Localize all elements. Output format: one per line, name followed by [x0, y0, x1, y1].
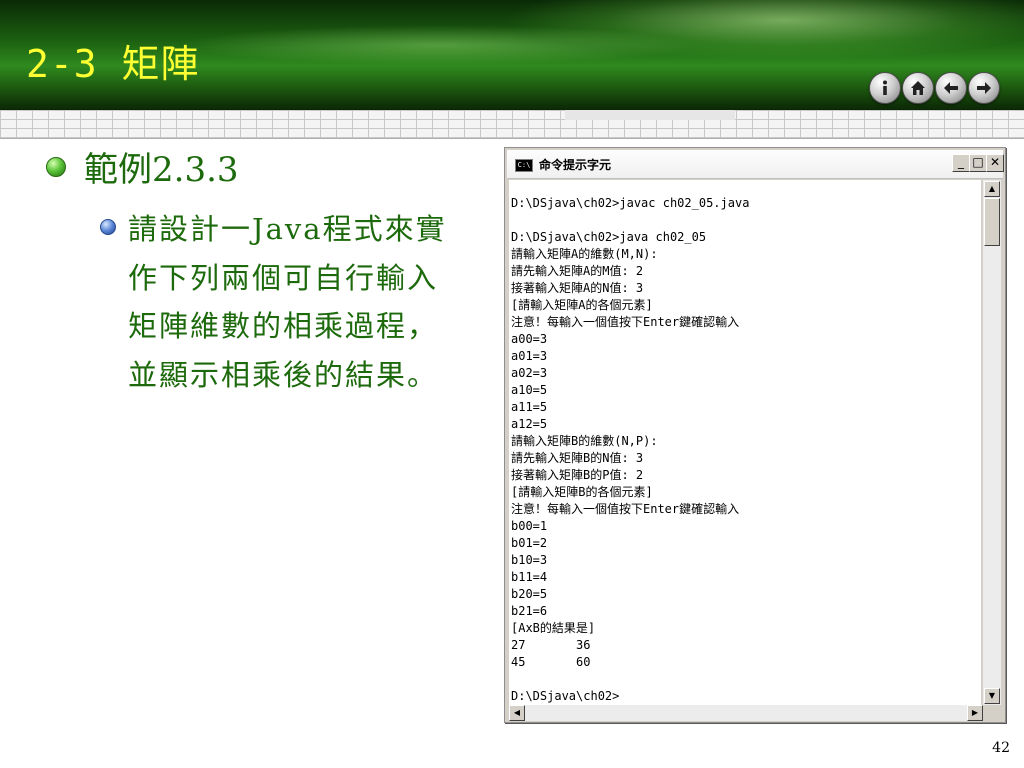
console-line: [AxB的結果是]: [511, 621, 596, 635]
slide-title: 2-3 矩陣: [26, 42, 200, 86]
scroll-right-button[interactable]: ▶: [967, 705, 983, 721]
scroll-left-button[interactable]: ◀: [509, 705, 525, 721]
bullet-sub-text: 請設計一Java程式來實作下列兩個可自行輸入矩陣維數的相乘過程，並顯示相乘後的結…: [128, 212, 447, 392]
green-bullet-icon: [46, 156, 66, 177]
strip-block: [565, 110, 735, 120]
resize-grip[interactable]: [983, 705, 1001, 721]
console-line: D:\DSjava\ch02>: [511, 689, 620, 703]
console-line: a11=5: [511, 400, 548, 414]
console-line: b20=5: [511, 587, 548, 601]
bullet-main-text: 範例2.3.3: [84, 150, 239, 190]
console-line: b11=4: [511, 570, 548, 584]
slide-header: 2-3 矩陣: [0, 0, 1024, 110]
console-line: 接著輸入矩陣B的P值: 2: [511, 468, 644, 482]
console-line: a01=3: [511, 349, 548, 363]
ruled-strip: [0, 110, 1024, 139]
console-line: [請輸入矩陣A的各個元素]: [511, 298, 653, 312]
horizontal-scrollbar[interactable]: ◀ ▶: [509, 705, 983, 721]
console-line: 注意！每輸入一個值按下Enter鍵確認輸入: [511, 502, 740, 516]
minimize-button[interactable]: _: [952, 154, 970, 172]
console-line: 請先輸入矩陣A的M值: 2: [511, 264, 644, 278]
console-line: a02=3: [511, 366, 548, 380]
vertical-scrollbar[interactable]: ▲ ▼: [983, 180, 1001, 705]
console-line: D:\DSjava\ch02>javac ch02_05.java: [511, 196, 750, 210]
maximize-button[interactable]: □: [969, 154, 987, 172]
bullet-sub: 請設計一Java程式來實作下列兩個可自行輸入矩陣維數的相乘過程，並顯示相乘後的結…: [100, 205, 448, 399]
console-output[interactable]: D:\DSjava\ch02>javac ch02_05.java D:\DSj…: [509, 180, 981, 705]
scroll-down-button[interactable]: ▼: [984, 688, 1000, 704]
console-line: b10=3: [511, 553, 548, 567]
console-line: 注意！每輸入一個值按下Enter鍵確認輸入: [511, 315, 740, 329]
window-titlebar[interactable]: C:\ 命令提示字元 _ □ ✕: [507, 150, 1004, 179]
console-line: b01=2: [511, 536, 548, 550]
console-line: 接著輸入矩陣A的N值: 3: [511, 281, 644, 295]
close-button[interactable]: ✕: [986, 154, 1004, 172]
console-line: [請輸入矩陣B的各個元素]: [511, 485, 653, 499]
console-line: 請先輸入矩陣B的N值: 3: [511, 451, 644, 465]
nav-buttons: [869, 72, 1000, 104]
blue-bullet-icon: [100, 219, 116, 235]
back-arrow-icon[interactable]: [935, 72, 967, 104]
home-icon[interactable]: [902, 72, 934, 104]
console-line: a12=5: [511, 417, 548, 431]
console-line: D:\DSjava\ch02>java ch02_05: [511, 230, 707, 244]
header-highlight-2: [180, 25, 700, 65]
console-app-icon: C:\: [515, 159, 533, 172]
console-line: b00=1: [511, 519, 548, 533]
console-text: D:\DSjava\ch02>javac ch02_05.java D:\DSj…: [509, 180, 981, 705]
command-prompt-window: C:\ 命令提示字元 _ □ ✕ D:\DSjava\ch02>javac ch…: [504, 147, 1006, 723]
info-icon[interactable]: [869, 72, 901, 104]
window-title: 命令提示字元: [539, 158, 612, 172]
page-number: 42: [992, 740, 1010, 756]
scroll-up-button[interactable]: ▲: [984, 181, 1000, 197]
console-line: a00=3: [511, 332, 548, 346]
console-line: a10=5: [511, 383, 548, 397]
console-line: 請輸入矩陣A的維數(M,N):: [511, 247, 658, 261]
bullet-main: 範例2.3.3: [46, 142, 239, 191]
console-line: b21=6: [511, 604, 548, 618]
vertical-scroll-thumb[interactable]: [984, 198, 1000, 246]
console-line: 27 36: [511, 638, 591, 652]
console-line: 請輸入矩陣B的維數(N,P):: [511, 434, 658, 448]
forward-arrow-icon[interactable]: [968, 72, 1000, 104]
console-line: 45 60: [511, 655, 591, 669]
